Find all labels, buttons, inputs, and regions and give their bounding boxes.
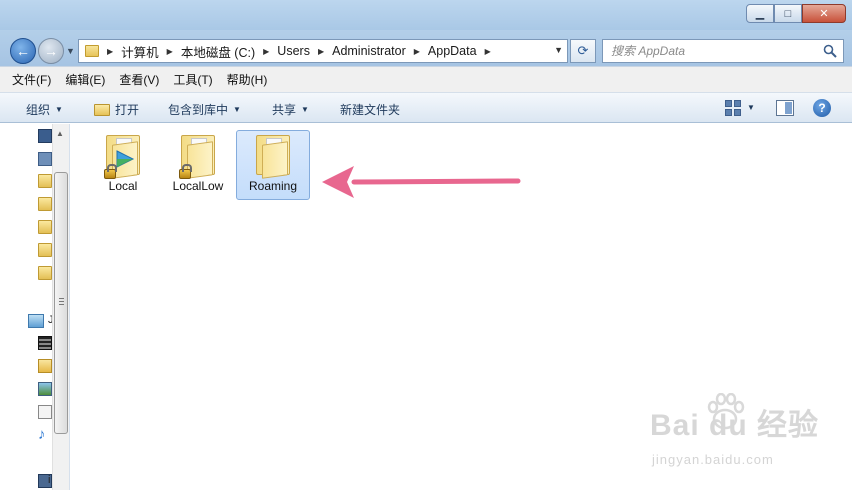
search-icon[interactable]	[823, 44, 837, 58]
lock-icon	[104, 164, 117, 179]
music-library-icon[interactable]: ♪	[38, 427, 52, 442]
open-folder-icon	[94, 103, 110, 116]
caret-down-icon: ▼	[301, 105, 309, 114]
caret-down-icon: ▼	[233, 105, 241, 114]
close-button[interactable]: ✕	[802, 4, 846, 23]
breadcrumb-separator-icon[interactable]: ▶	[318, 47, 324, 56]
menu-help[interactable]: 帮助(H)	[227, 71, 268, 88]
media-player-icon	[116, 150, 135, 168]
folder-icon[interactable]	[38, 220, 52, 234]
view-options-dropdown-icon[interactable]: ▼	[747, 103, 755, 112]
breadcrumb-separator-icon[interactable]: ▶	[167, 47, 173, 56]
folder-label: Roaming	[248, 179, 298, 193]
address-bar[interactable]: ▶ 计算机 ▶ 本地磁盘 (C:) ▶ Users ▶ Administrator ▶ …	[78, 39, 568, 63]
folder-icon	[102, 133, 144, 179]
lock-icon	[179, 164, 192, 179]
refresh-icon: ⟳	[577, 43, 589, 58]
window-controls: ▁ □ ✕	[746, 4, 846, 23]
back-button[interactable]: ←	[10, 38, 36, 64]
folder-icon[interactable]	[38, 174, 52, 188]
scroll-thumb[interactable]	[54, 172, 68, 434]
scroll-up-icon[interactable]: ▲	[56, 129, 64, 138]
change-view-icon[interactable]	[725, 100, 741, 116]
breadcrumb-separator-icon[interactable]: ▶	[485, 47, 491, 56]
watermark-url: jingyan.baidu.com	[652, 452, 774, 467]
folder-label: Local	[108, 179, 138, 193]
folder-icon	[85, 45, 99, 57]
menu-bar: 文件(F) 编辑(E) 查看(V) 工具(T) 帮助(H)	[0, 66, 852, 92]
desktop-icon[interactable]	[38, 129, 52, 143]
breadcrumb-administrator[interactable]: Administrator ▶	[332, 44, 428, 58]
open-button[interactable]: 打开	[94, 101, 139, 118]
help-icon[interactable]: ?	[813, 99, 831, 117]
folder-icon	[252, 133, 294, 179]
watermark-brand: Bai du 经验	[650, 409, 820, 442]
refresh-button[interactable]: ⟳	[570, 39, 596, 63]
folder-item-locallow[interactable]: LocalLow	[161, 130, 235, 200]
folder-icon[interactable]	[38, 197, 52, 211]
computer-label[interactable]: i	[48, 474, 50, 486]
address-dropdown-icon[interactable]: ▼	[554, 45, 563, 55]
forward-button[interactable]: →	[38, 38, 64, 64]
documents-library-icon[interactable]	[38, 405, 52, 419]
folder-item-local[interactable]: Local	[86, 130, 160, 200]
breadcrumb-separator-icon[interactable]: ▶	[263, 47, 269, 56]
folder-icon[interactable]	[38, 243, 52, 257]
folder-label: LocalLow	[172, 179, 224, 193]
menu-edit[interactable]: 编辑(E)	[65, 71, 105, 88]
include-in-library-button[interactable]: 包含到库中 ▼	[168, 101, 241, 118]
annotation-arrow	[322, 166, 521, 198]
breadcrumb-separator-icon[interactable]: ▶	[414, 47, 420, 56]
pictures-library-icon[interactable]	[38, 359, 52, 373]
maximize-button[interactable]: □	[774, 4, 802, 23]
navigation-bar: ← → ▼ ▶ 计算机 ▶ 本地磁盘 (C:) ▶ Users ▶ Administr…	[0, 30, 852, 66]
breadcrumb-computer[interactable]: 计算机 ▶	[121, 42, 181, 61]
folder-icon[interactable]	[38, 266, 52, 280]
caret-down-icon: ▼	[55, 105, 63, 114]
preview-pane-icon[interactable]	[776, 100, 794, 116]
breadcrumb-separator-icon[interactable]: ▶	[107, 47, 113, 56]
breadcrumb-appdata[interactable]: AppData ▶	[428, 44, 499, 58]
breadcrumb-users[interactable]: Users ▶	[277, 44, 332, 58]
folder-item-roaming[interactable]: Roaming	[236, 130, 310, 200]
command-bar: 组织 ▼ 打开 包含到库中 ▼ 共享 ▼ 新建文件夹 ▼ ?	[0, 92, 852, 123]
grip-icon	[59, 298, 64, 305]
arrow-right-icon: →	[44, 43, 58, 59]
minimize-button[interactable]: ▁	[746, 4, 774, 23]
image-library-icon[interactable]	[38, 382, 52, 396]
new-folder-button[interactable]: 新建文件夹	[340, 101, 400, 118]
folder-icon	[177, 133, 219, 179]
organize-button[interactable]: 组织 ▼	[26, 101, 63, 118]
menu-tools[interactable]: 工具(T)	[173, 71, 212, 88]
library-icon[interactable]	[28, 314, 44, 328]
menu-view[interactable]: 查看(V)	[119, 71, 159, 88]
breadcrumb-local-disk[interactable]: 本地磁盘 (C:) ▶	[181, 42, 277, 61]
menu-file[interactable]: 文件(F)	[12, 71, 51, 88]
network-icon[interactable]	[38, 152, 52, 166]
videos-library-icon[interactable]	[38, 336, 52, 350]
title-bar: ▁ □ ✕	[0, 0, 852, 30]
recent-pages-dropdown-icon[interactable]: ▼	[66, 46, 75, 56]
navigation-scrollbar[interactable]: ▲	[52, 124, 69, 490]
share-button[interactable]: 共享 ▼	[272, 101, 309, 118]
arrow-left-icon: ←	[16, 43, 30, 59]
search-input[interactable]	[611, 44, 821, 58]
search-box[interactable]	[602, 39, 844, 63]
